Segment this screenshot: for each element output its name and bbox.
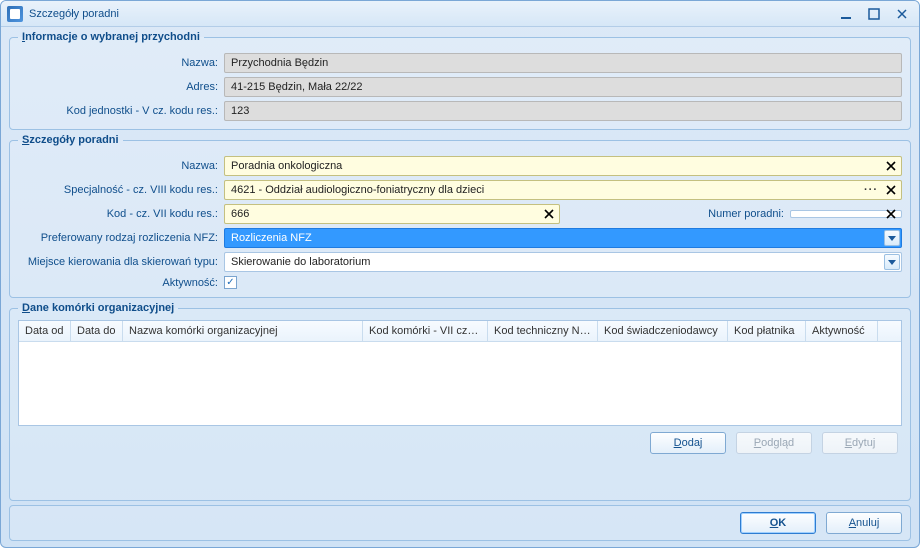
field-kod-jednostki: 123: [224, 101, 902, 121]
dialog-button-bar: OK Anuluj: [9, 505, 911, 541]
table-column-header[interactable]: Kod techniczny NFZ: [488, 321, 598, 341]
input-det-nazwa[interactable]: Poradnia onkologiczna: [224, 156, 902, 176]
label-aktywnosc: Aktywność:: [18, 277, 218, 289]
label-det-spec: Specjalność - cz. VIII kodu res.:: [18, 184, 218, 196]
label-miejsce: Miejsce kierowania dla skierowań typu:: [18, 256, 218, 268]
label-numer-poradni: Numer poradni:: [684, 208, 784, 220]
group-org-unit-legend: Dane komórki organizacyjnej: [22, 302, 174, 314]
window-title: Szczegóły poradni: [29, 8, 119, 20]
edit-button[interactable]: Edytuj: [822, 432, 898, 454]
label-kod-jednostki: Kod jednostki - V cz. kodu res.:: [18, 105, 218, 117]
group-org-unit: Dane komórki organizacyjnej Data odData …: [9, 302, 911, 501]
table-column-header[interactable]: Kod płatnika: [728, 321, 806, 341]
cancel-button[interactable]: Anuluj: [826, 512, 902, 534]
table-column-header[interactable]: Kod świadczeniodawcy: [598, 321, 728, 341]
close-button[interactable]: [891, 6, 913, 22]
group-clinic-info-legend: Informacje o wybranej przychodni: [22, 31, 200, 43]
clear-icon[interactable]: [542, 207, 556, 221]
preview-button[interactable]: Podgląd: [736, 432, 812, 454]
combo-rozliczenie[interactable]: Rozliczenia NFZ: [224, 228, 902, 248]
label-det-nazwa: Nazwa:: [18, 160, 218, 172]
table-column-header[interactable]: Aktywność: [806, 321, 878, 341]
window-frame: Szczegóły poradni Informacje o wybranej …: [0, 0, 920, 548]
label-adres: Adres:: [18, 81, 218, 93]
checkbox-aktywnosc[interactable]: [224, 276, 237, 289]
app-icon: [7, 6, 23, 22]
chevron-down-icon[interactable]: [884, 254, 900, 270]
clear-icon[interactable]: [884, 207, 898, 221]
chevron-down-icon[interactable]: [884, 230, 900, 246]
titlebar: Szczegóły poradni: [1, 1, 919, 27]
label-rozliczenie: Preferowany rodzaj rozliczenia NFZ:: [18, 232, 218, 244]
table-column-header[interactable]: Kod komórki - VII cz. kod..: [363, 321, 488, 341]
more-icon[interactable]: ···: [862, 183, 880, 197]
table-column-header[interactable]: Data do: [71, 321, 123, 341]
label-nazwa: Nazwa:: [18, 57, 218, 69]
group-clinic-info: Informacje o wybranej przychodni Nazwa: …: [9, 31, 911, 130]
maximize-button[interactable]: [863, 6, 885, 22]
table-body: [19, 342, 901, 425]
group-clinic-details-legend: Szczegóły poradni: [22, 134, 119, 146]
input-det-spec[interactable]: 4621 - Oddział audiologiczno-foniatryczn…: [224, 180, 902, 200]
input-det-kod[interactable]: 666: [224, 204, 560, 224]
clear-icon[interactable]: [884, 183, 898, 197]
field-nazwa: Przychodnia Będzin: [224, 53, 902, 73]
clear-icon[interactable]: [884, 159, 898, 173]
add-button[interactable]: Dodaj: [650, 432, 726, 454]
ok-button[interactable]: OK: [740, 512, 816, 534]
window-controls: [835, 6, 913, 22]
table-column-header[interactable]: Data od: [19, 321, 71, 341]
table-column-header[interactable]: Nazwa komórki organizacyjnej: [123, 321, 363, 341]
minimize-button[interactable]: [835, 6, 857, 22]
org-table: Data odData doNazwa komórki organizacyjn…: [18, 320, 902, 426]
table-header: Data odData doNazwa komórki organizacyjn…: [19, 321, 901, 342]
combo-miejsce[interactable]: Skierowanie do laboratorium: [224, 252, 902, 272]
group-clinic-details: Szczegóły poradni Nazwa: Poradnia onkolo…: [9, 134, 911, 298]
field-adres: 41-215 Będzin, Mała 22/22: [224, 77, 902, 97]
label-det-kod: Kod - cz. VII kodu res.:: [18, 208, 218, 220]
